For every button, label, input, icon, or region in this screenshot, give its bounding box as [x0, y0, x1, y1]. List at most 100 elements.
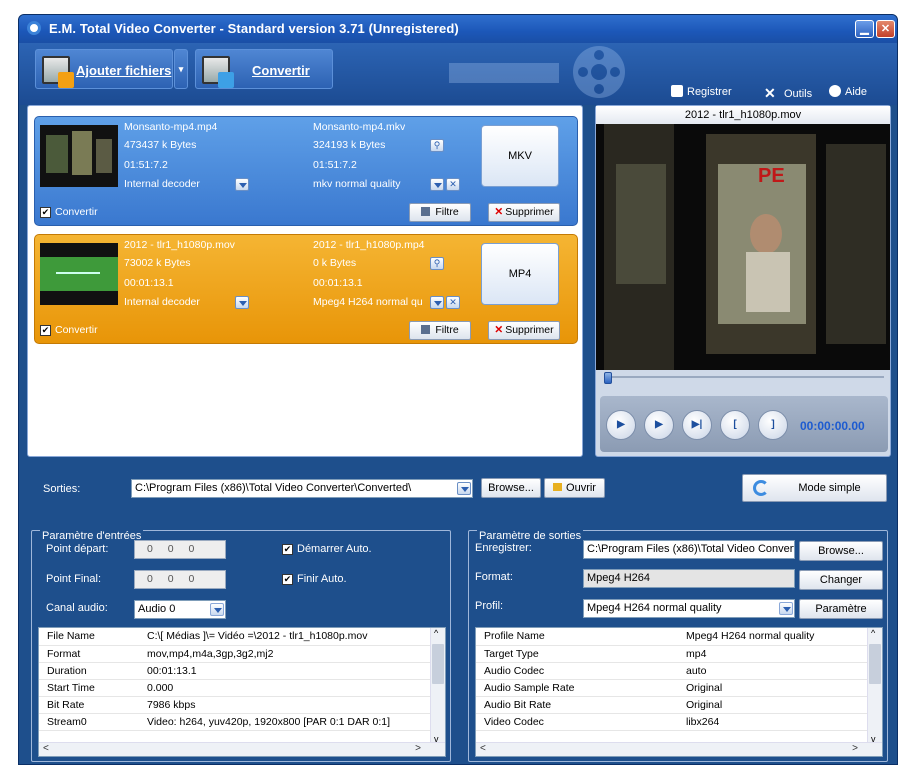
table-row[interactable]: Profile Name Mpeg4 H264 normal quality: [476, 628, 882, 646]
row-value: 7986 kbps: [139, 696, 445, 714]
output-format-button[interactable]: MKV: [481, 125, 559, 187]
scroll-right-icon[interactable]: >: [852, 743, 858, 754]
delete-icon: ✕: [494, 324, 504, 336]
vertical-scrollbar[interactable]: ^ v: [430, 628, 445, 744]
start-point-spinner[interactable]: 0 0 0: [134, 540, 226, 559]
decoder-select[interactable]: Internal decoder: [124, 296, 200, 308]
output-format-button[interactable]: MP4: [481, 243, 559, 305]
auto-start-checkbox[interactable]: ✔: [282, 544, 293, 555]
table-row[interactable]: Audio Bit Rate Original: [476, 696, 882, 714]
add-files-dropdown-button[interactable]: ▾: [174, 49, 188, 89]
profile-select[interactable]: Mpeg4 H264 normal quality: [583, 599, 795, 618]
profile-dropdown-icon[interactable]: [779, 602, 793, 615]
output-path-dropdown-icon[interactable]: [457, 482, 471, 495]
browse-output-button[interactable]: Browse...: [481, 478, 541, 498]
seek-handle[interactable]: [604, 372, 612, 384]
decoder-dropdown-icon[interactable]: [235, 178, 249, 191]
minimize-button[interactable]: ▁: [855, 20, 874, 38]
scroll-up-icon[interactable]: ^: [434, 628, 438, 638]
save-path-field[interactable]: C:\Program Files (x86)\Total Video Conve…: [583, 540, 795, 559]
delete-icon: ✕: [494, 206, 504, 218]
register-button[interactable]: Registrer: [671, 85, 732, 98]
quality-select[interactable]: Mpeg4 H264 normal qu: [313, 296, 428, 308]
decoder-dropdown-icon[interactable]: [235, 296, 249, 309]
horizontal-scrollbar[interactable]: < >: [39, 742, 445, 756]
close-button[interactable]: ✕: [876, 20, 895, 38]
table-row[interactable]: Target Type mp4: [476, 645, 882, 663]
help-label: Aide: [845, 86, 868, 98]
auto-end-checkbox[interactable]: ✔: [282, 574, 293, 585]
conversion-item[interactable]: 2012 - tlr1_h1080p.mov 73002 k Bytes 00:…: [34, 234, 578, 344]
tools-button[interactable]: ✕ Outils: [764, 85, 812, 101]
play-icon[interactable]: ▶: [644, 410, 674, 440]
table-row[interactable]: Duration 00:01:13.1: [39, 662, 445, 680]
parameters-button[interactable]: Paramètre: [799, 599, 883, 619]
delete-button[interactable]: ✕ Supprimer: [488, 203, 560, 222]
source-duration: 00:01:13.1: [124, 277, 174, 289]
format-field: Mpeg4 H264: [583, 569, 795, 588]
settings-tool-icon[interactable]: ✕: [446, 178, 460, 191]
input-info-table: File Name C:\[ Médias ]\= Vidéo =\2012 - …: [38, 627, 446, 757]
table-row[interactable]: Start Time 0.000: [39, 679, 445, 697]
output-info-table: Profile Name Mpeg4 H264 normal quality Tar…: [475, 627, 883, 757]
next-frame-icon[interactable]: ▶|: [682, 410, 712, 440]
search-icon[interactable]: ⚲: [430, 139, 444, 152]
filter-button[interactable]: Filtre: [409, 203, 471, 222]
row-key: Audio Bit Rate: [476, 696, 678, 714]
scroll-up-icon[interactable]: ^: [871, 628, 875, 638]
decoder-select[interactable]: Internal decoder: [124, 178, 200, 190]
table-row[interactable]: Stream0 Video: h264, yuv420p, 1920x800 [P…: [39, 713, 445, 731]
table-row[interactable]: Audio Codec auto: [476, 662, 882, 680]
simple-mode-button[interactable]: Mode simple: [742, 474, 887, 502]
browse-save-button[interactable]: Browse...: [799, 541, 883, 561]
table-row[interactable]: Bit Rate 7986 kbps: [39, 696, 445, 714]
quality-select[interactable]: mkv normal quality: [313, 178, 428, 190]
scroll-left-icon[interactable]: <: [480, 743, 486, 754]
window-title: E.M. Total Video Converter - Standard ve…: [49, 21, 459, 36]
open-folder-button[interactable]: Ouvrir: [544, 478, 605, 498]
end-point-spinner[interactable]: 0 0 0: [134, 570, 226, 589]
play-icon[interactable]: ▶: [606, 410, 636, 440]
table-row[interactable]: Audio Sample Rate Original: [476, 679, 882, 697]
delete-button[interactable]: ✕ Supprimer: [488, 321, 560, 340]
convert-checkbox[interactable]: ✔: [40, 325, 51, 336]
convert-checkbox[interactable]: ✔: [40, 207, 51, 218]
scroll-thumb[interactable]: [869, 644, 881, 684]
horizontal-scrollbar[interactable]: < >: [476, 742, 882, 756]
input-params-title: Paramètre d'entrées: [40, 530, 144, 542]
convert-button[interactable]: Convertir: [195, 49, 333, 89]
app-window: E.M. Total Video Converter - Standard ve…: [18, 14, 898, 765]
table-row[interactable]: Format mov,mp4,m4a,3gp,3g2,mj2: [39, 645, 445, 663]
add-files-button[interactable]: Ajouter fichiers: [35, 49, 173, 89]
auto-end-label: Finir Auto.: [297, 573, 347, 585]
vertical-scrollbar[interactable]: ^ v: [867, 628, 882, 744]
preview-panel: 2012 - tlr1_h1080p.mov PE ▶ ▶ ▶| [] 00:…: [595, 105, 891, 457]
help-icon: [829, 85, 841, 97]
table-row[interactable]: File Name C:\[ Médias ]\= Vidéo =\2012 - …: [39, 628, 445, 646]
tools-icon: ✕: [764, 85, 776, 101]
player-controls: ▶ ▶ ▶| [ ] 00:00:00.00: [600, 396, 888, 452]
mark-out-icon[interactable]: ]: [758, 410, 788, 440]
settings-tool-icon[interactable]: ✕: [446, 296, 460, 309]
mark-in-icon[interactable]: [: [720, 410, 750, 440]
audio-channel-dropdown-icon[interactable]: [210, 603, 224, 616]
change-format-button[interactable]: Changer: [799, 570, 883, 590]
seek-track: [604, 376, 884, 378]
search-icon[interactable]: ⚲: [430, 257, 444, 270]
table-row[interactable]: Video Codec libx264: [476, 713, 882, 731]
help-button[interactable]: Aide: [829, 85, 867, 98]
quality-dropdown-icon[interactable]: [430, 178, 444, 191]
output-path-field[interactable]: C:\Program Files (x86)\Total Video Conve…: [131, 479, 473, 498]
scroll-thumb[interactable]: [432, 644, 444, 684]
audio-channel-select[interactable]: Audio 0: [134, 600, 226, 619]
seek-slider[interactable]: [604, 372, 884, 384]
scroll-right-icon[interactable]: >: [415, 743, 421, 754]
filter-button[interactable]: Filtre: [409, 321, 471, 340]
quality-dropdown-icon[interactable]: [430, 296, 444, 309]
open-label: Ouvrir: [566, 482, 596, 494]
convert-checkbox-label: Convertir: [55, 324, 98, 336]
conversion-item[interactable]: Monsanto-mp4.mp4 473437 k Bytes 01:51:7.…: [34, 116, 578, 226]
output-params-panel: Paramètre de sorties Enregistrer: C:\Pro…: [468, 530, 888, 762]
scroll-left-icon[interactable]: <: [43, 743, 49, 754]
row-value: mov,mp4,m4a,3gp,3g2,mj2: [139, 645, 445, 663]
